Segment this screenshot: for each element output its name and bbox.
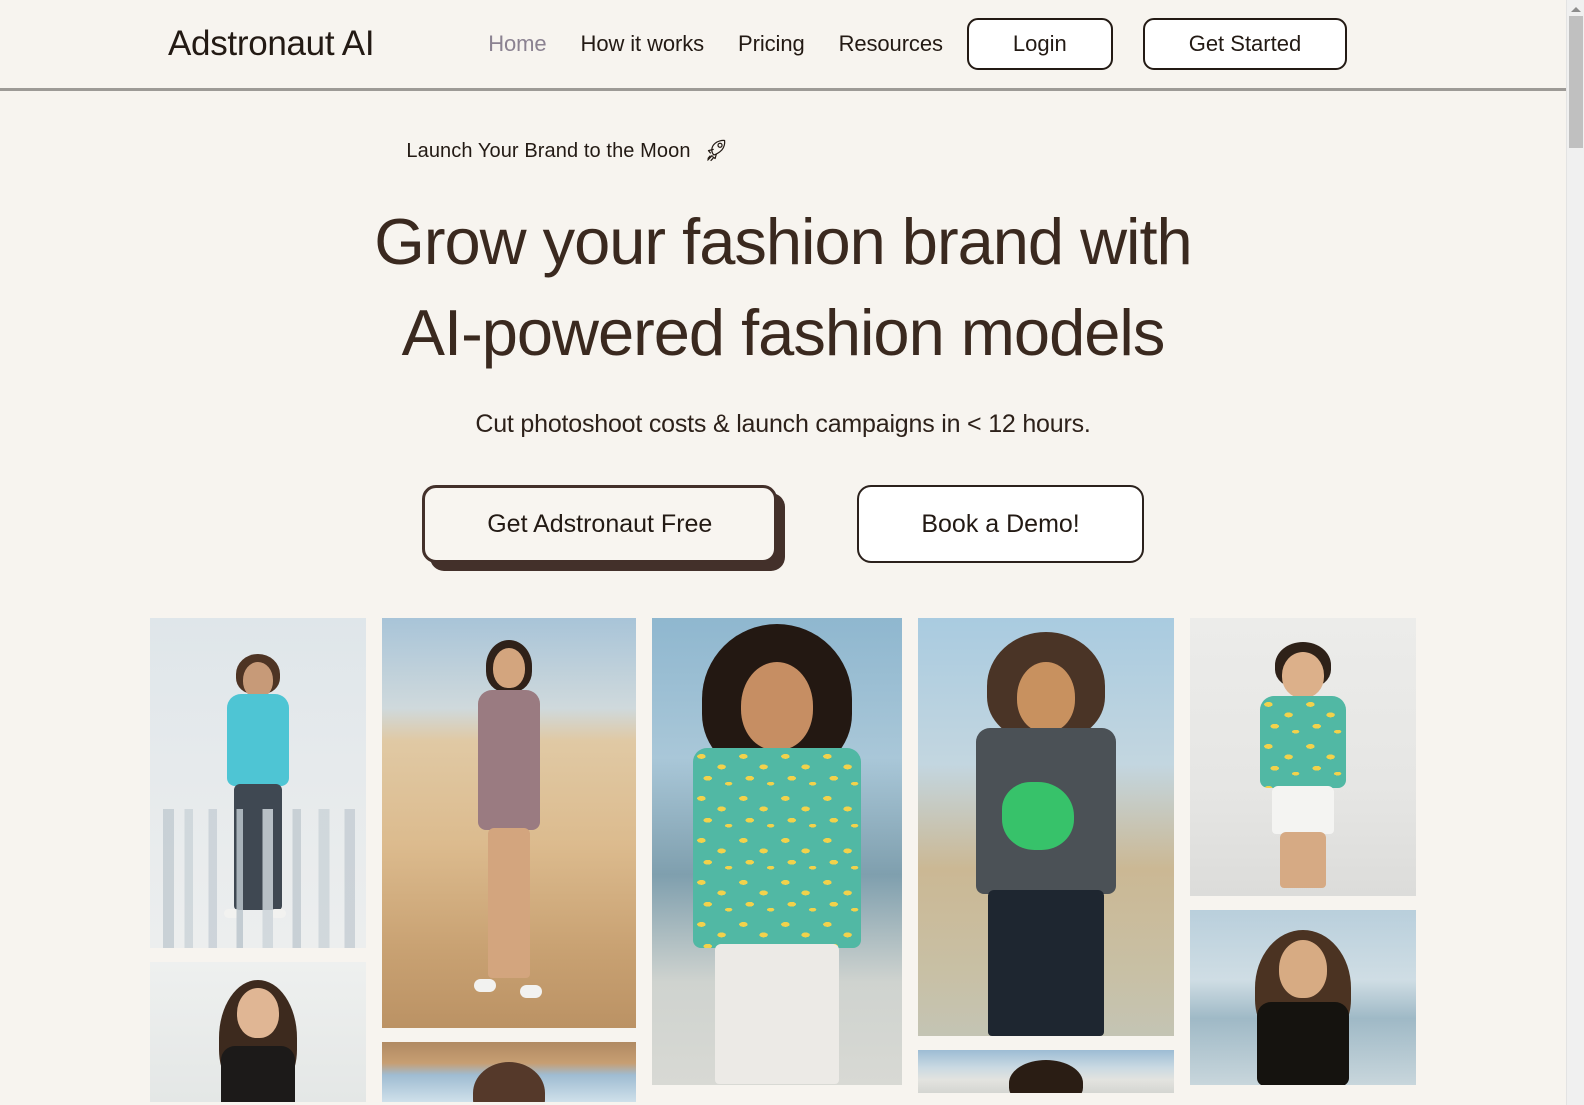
scroll-up-arrow-icon[interactable] bbox=[1567, 2, 1584, 16]
tile-image bbox=[150, 962, 366, 1102]
login-button[interactable]: Login bbox=[966, 17, 1113, 71]
get-started-button[interactable]: Get Started bbox=[1142, 17, 1348, 71]
hero-headline-line-1: Grow your fashion brand with bbox=[374, 205, 1192, 278]
scrollbar-thumb[interactable] bbox=[1569, 16, 1583, 148]
hero-cta-row: Get Adstronaut Free Book a Demo! bbox=[0, 485, 1566, 563]
gallery-column bbox=[382, 618, 636, 1102]
book-a-demo-button[interactable]: Book a Demo! bbox=[857, 485, 1144, 563]
gallery-tile[interactable] bbox=[382, 1042, 636, 1102]
model-gallery bbox=[0, 618, 1566, 1102]
tile-image bbox=[1190, 618, 1416, 896]
hero-headline-line-2: AI-powered fashion models bbox=[401, 296, 1166, 369]
header-divider bbox=[0, 88, 1566, 91]
gallery-tile[interactable] bbox=[150, 962, 366, 1102]
nav-link-resources[interactable]: Resources bbox=[839, 31, 943, 57]
tile-image bbox=[150, 618, 366, 948]
nav-link-how-it-works[interactable]: How it works bbox=[581, 31, 705, 57]
hero-subheadline: Cut photoshoot costs & launch campaigns … bbox=[475, 410, 1091, 438]
hero-headline: Grow your fashion brand with AI-powered … bbox=[0, 196, 1566, 378]
gallery-column bbox=[652, 618, 902, 1085]
nav-link-home[interactable]: Home bbox=[488, 31, 546, 57]
gallery-tile[interactable] bbox=[382, 618, 636, 1028]
tile-image bbox=[382, 1042, 636, 1102]
gallery-tile[interactable] bbox=[1190, 910, 1416, 1085]
gallery-tile[interactable] bbox=[918, 1050, 1174, 1093]
tile-image bbox=[918, 618, 1174, 1036]
tile-image bbox=[382, 618, 636, 1028]
page-viewport: Adstronaut AI Home How it works Pricing … bbox=[0, 0, 1566, 1105]
gallery-column bbox=[1190, 618, 1416, 1085]
header-actions: Login Get Started bbox=[966, 17, 1348, 71]
brand-logo[interactable]: Adstronaut AI bbox=[168, 24, 375, 64]
gallery-column bbox=[918, 618, 1174, 1093]
gallery-tile[interactable] bbox=[652, 618, 902, 1085]
hero-section: Launch Your Brand to the Moon Grow your … bbox=[0, 88, 1566, 563]
nav-link-pricing[interactable]: Pricing bbox=[738, 31, 805, 57]
tile-image bbox=[1190, 910, 1416, 1085]
tile-image bbox=[652, 618, 902, 1085]
hero-eyebrow: Launch Your Brand to the Moon bbox=[406, 137, 729, 165]
gallery-tile[interactable] bbox=[150, 618, 366, 948]
gallery-column bbox=[150, 618, 366, 1102]
main-navigation: Home How it works Pricing Resources bbox=[488, 31, 943, 57]
site-header: Adstronaut AI Home How it works Pricing … bbox=[0, 0, 1566, 91]
rocket-icon bbox=[702, 137, 730, 165]
tile-image bbox=[918, 1050, 1174, 1093]
get-adstronaut-free-button[interactable]: Get Adstronaut Free bbox=[422, 485, 778, 563]
gallery-tile[interactable] bbox=[918, 618, 1174, 1036]
hero-eyebrow-text: Launch Your Brand to the Moon bbox=[406, 139, 691, 162]
page-scrollbar[interactable] bbox=[1566, 0, 1584, 1105]
gallery-tile[interactable] bbox=[1190, 618, 1416, 896]
